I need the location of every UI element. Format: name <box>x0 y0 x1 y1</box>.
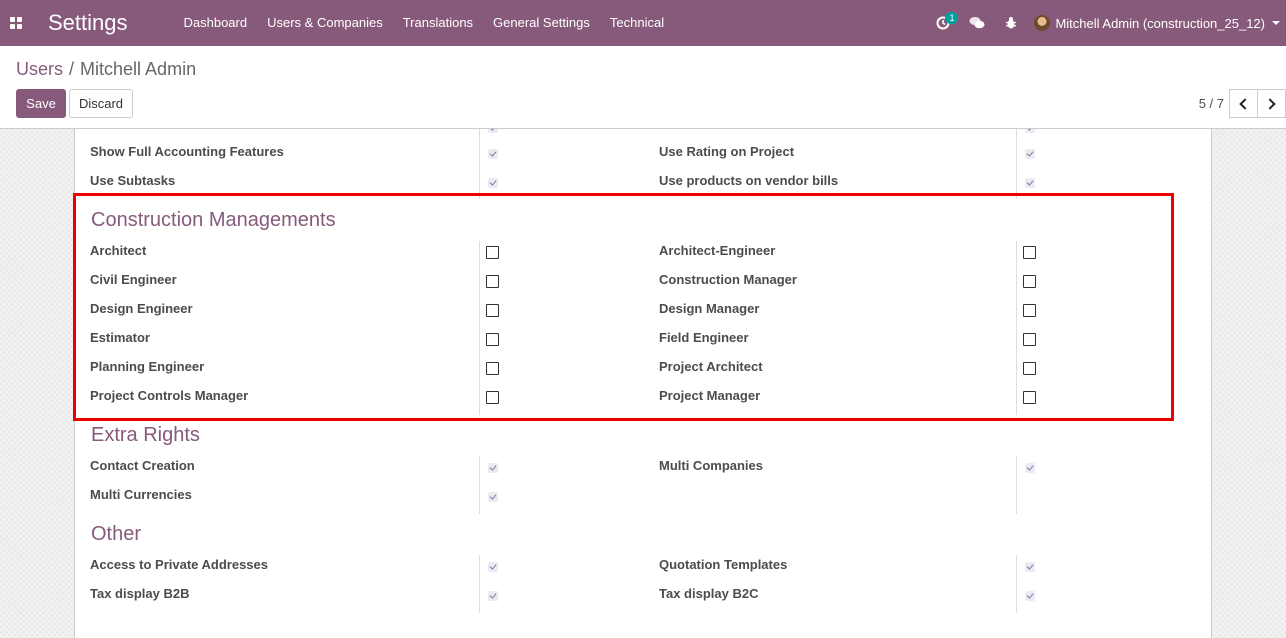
field-label: Multi Currencies <box>90 487 192 502</box>
breadcrumb-parent-link[interactable]: Users <box>16 59 63 80</box>
menu-translations[interactable]: Translations <box>393 0 483 46</box>
menu-dashboard[interactable]: Dashboard <box>174 0 258 46</box>
breadcrumb-current: Mitchell Admin <box>80 59 197 79</box>
column-divider <box>1016 555 1017 613</box>
readonly-checkbox <box>1025 463 1035 473</box>
pager-previous-button[interactable] <box>1229 89 1258 118</box>
menu-users-companies[interactable]: Users & Companies <box>257 0 393 46</box>
systray: 1 Mitchell Admin (construction_25_12) <box>926 0 1286 46</box>
readonly-checkbox <box>488 178 498 188</box>
caret-down-icon <box>1272 21 1280 25</box>
readonly-checkbox <box>488 129 498 133</box>
field-label: Contact Creation <box>90 458 195 473</box>
chevron-right-icon <box>1264 97 1276 110</box>
discard-button[interactable]: Discard <box>69 89 133 118</box>
top-navbar: Settings Dashboard Users & Companies Tra… <box>0 0 1286 46</box>
readonly-checkbox <box>1025 178 1035 188</box>
field-label: Multi Companies <box>659 458 764 473</box>
section-title-extra-rights: Extra Rights <box>91 424 200 446</box>
readonly-checkbox <box>1025 129 1035 133</box>
user-menu[interactable]: Mitchell Admin (construction_25_12) <box>1028 15 1286 31</box>
field-label: Use products on vendor bills <box>659 173 839 188</box>
field-label: Use Subtasks <box>90 173 176 188</box>
column-divider <box>1016 456 1017 514</box>
readonly-checkbox <box>488 591 498 601</box>
chevron-left-icon <box>1239 97 1251 110</box>
column-divider <box>479 129 480 199</box>
readonly-checkbox <box>1025 149 1035 159</box>
breadcrumb-separator: / <box>69 59 75 79</box>
column-divider <box>1016 129 1017 199</box>
breadcrumb: Users / Mitchell Admin <box>16 59 196 80</box>
readonly-checkbox <box>488 492 498 502</box>
readonly-checkbox <box>488 562 498 572</box>
pager: 5 / 7 <box>1199 89 1286 118</box>
activity-clock-icon[interactable]: 1 <box>926 0 960 46</box>
control-panel: Users / Mitchell Admin Save Discard 5 / … <box>0 46 1286 129</box>
messaging-chat-icon[interactable] <box>960 0 994 46</box>
readonly-checkbox <box>1025 562 1035 572</box>
field-label: Show Full Accounting Features <box>90 144 284 159</box>
readonly-checkbox <box>1025 591 1035 601</box>
activity-badge: 1 <box>945 12 959 24</box>
debug-bug-icon[interactable] <box>994 0 1028 46</box>
highlight-annotation-box <box>73 193 1174 421</box>
field-label: Use Rating on Project <box>659 144 795 159</box>
readonly-checkbox <box>488 463 498 473</box>
menu-general-settings[interactable]: General Settings <box>483 0 600 46</box>
main-menu: Dashboard Users & Companies Translations… <box>174 0 675 46</box>
column-divider <box>479 456 480 514</box>
apps-menu-icon[interactable] <box>0 0 32 46</box>
pager-value[interactable]: 5 / 7 <box>1199 96 1224 111</box>
field-label: Tax display B2C <box>659 586 759 601</box>
menu-technical[interactable]: Technical <box>600 0 674 46</box>
avatar <box>1034 15 1051 31</box>
readonly-checkbox <box>488 149 498 159</box>
field-label: Tax display B2B <box>90 586 190 601</box>
user-name: Mitchell Admin (construction_25_12) <box>1055 15 1265 31</box>
pager-next-button[interactable] <box>1257 89 1286 118</box>
field-label: Access to Private Addresses <box>90 557 269 572</box>
app-title[interactable]: Settings <box>48 10 128 36</box>
column-divider <box>479 555 480 613</box>
field-label: Quotation Templates <box>659 557 788 572</box>
section-title-other: Other <box>91 523 142 545</box>
save-button[interactable]: Save <box>16 89 66 118</box>
form-content-area[interactable]: Show Full Accounting Features Use Rating… <box>0 129 1286 638</box>
